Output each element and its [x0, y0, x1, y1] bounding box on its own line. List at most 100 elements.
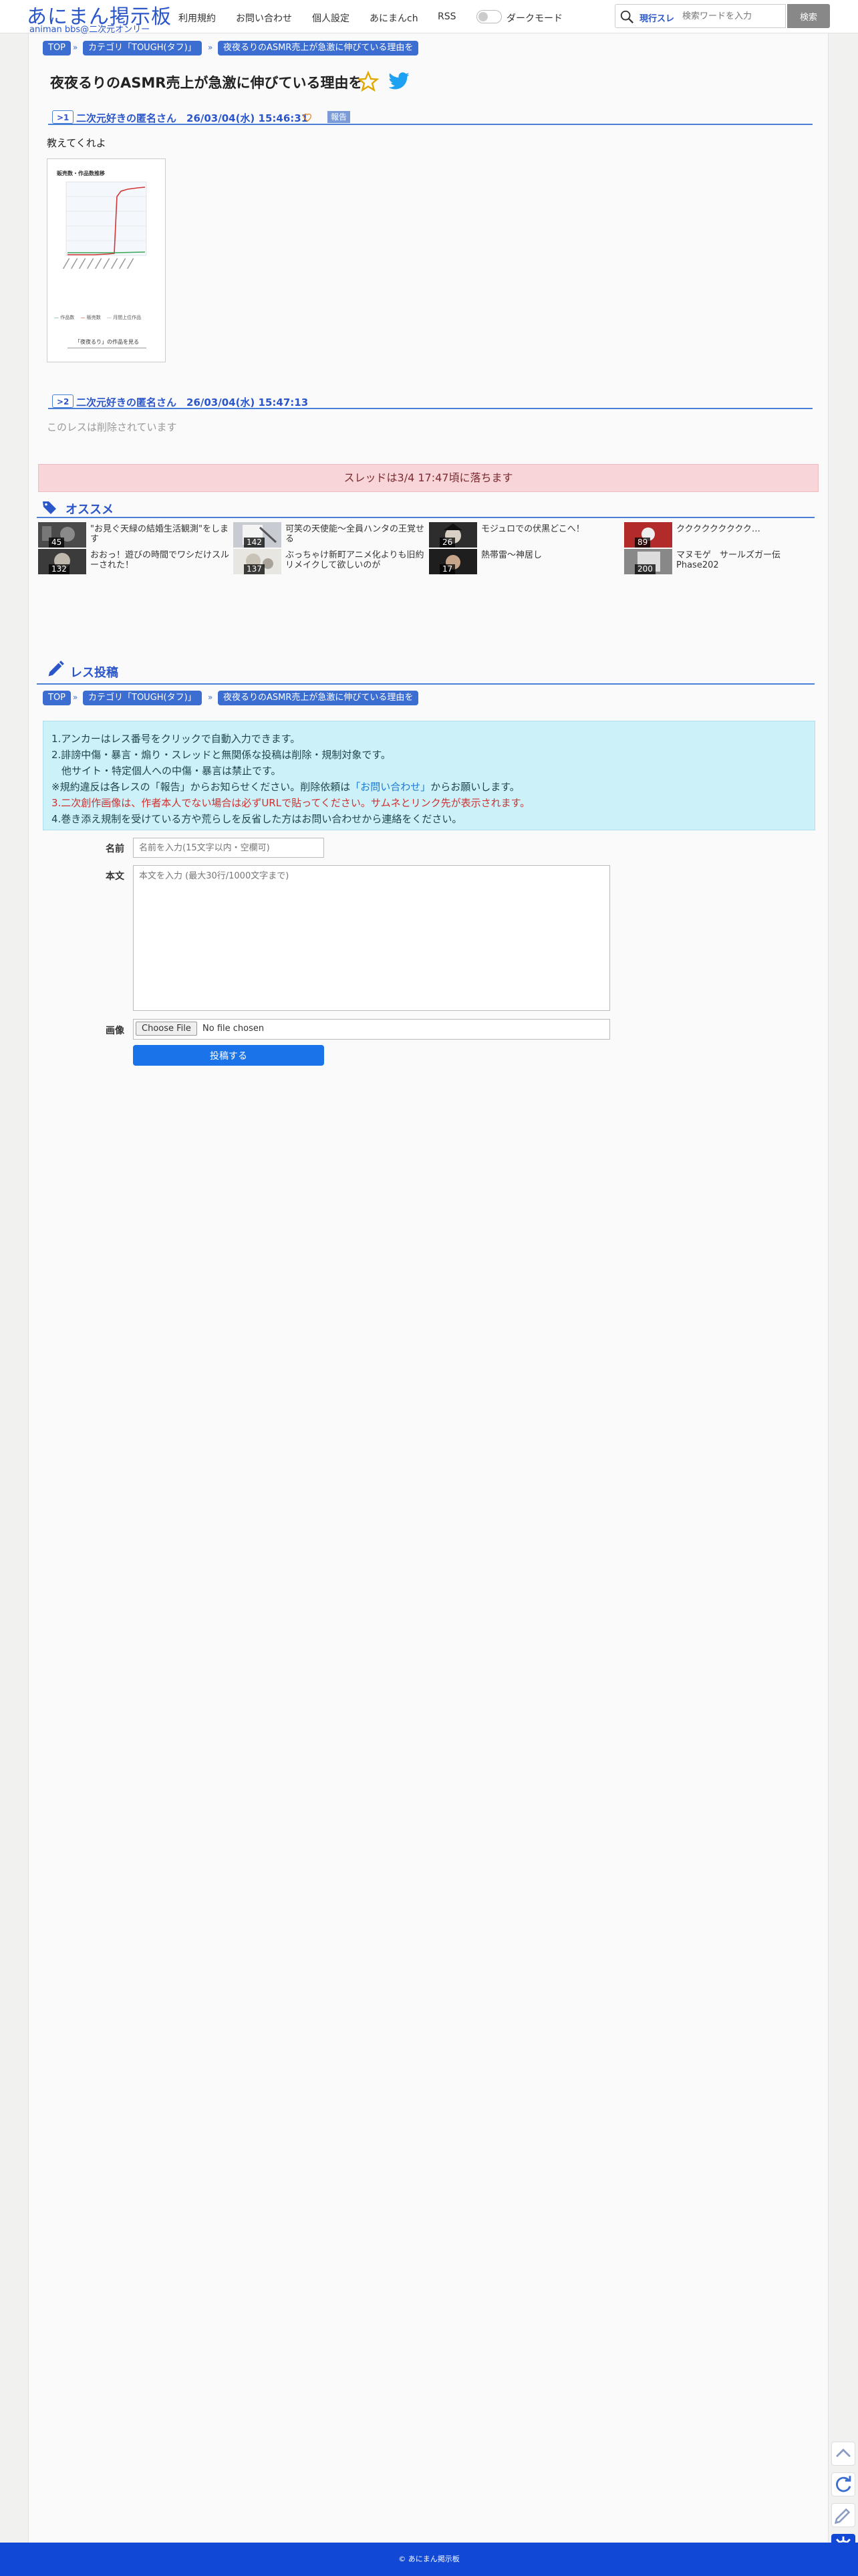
chevron-up-icon	[836, 2448, 851, 2458]
rule-line: 4.巻き添え規制を受けている方や荒らしを反省した方はお問い合わせから連絡をくださ…	[51, 813, 462, 825]
breadcrumb-category[interactable]: カテゴリ「TOUGH(タフ)」	[83, 41, 202, 55]
chart-legend-monthly: 月間上位作品	[113, 315, 142, 320]
rule-line: 他サイト・特定個人への中傷・暴言は禁止です。	[51, 765, 281, 777]
recommend-title: オススメ	[65, 503, 114, 517]
section-divider	[37, 683, 815, 685]
dark-mode-label: ダークモード	[507, 13, 563, 24]
recommend-link[interactable]: ククククククククク…	[676, 524, 817, 534]
tag-icon	[43, 501, 56, 514]
body-textarea[interactable]	[133, 865, 610, 1011]
nav-animanch[interactable]: あにまんch	[370, 11, 418, 25]
breadcrumb-separator: »	[208, 693, 213, 702]
twitter-share-icon[interactable]	[388, 72, 410, 92]
comment-count: 26	[440, 538, 456, 548]
recommend-thumbnail[interactable]: 89	[624, 522, 672, 548]
recommend-link[interactable]: ぶっちゃけ新町アニメ化よりも旧約リメイクして欲しいのが	[285, 550, 426, 570]
site-logo-subtitle: animan bbs@二次元オンリー	[29, 25, 150, 35]
breadcrumb-separator: »	[73, 693, 78, 702]
name-field[interactable]	[133, 838, 324, 858]
breadcrumb-thread[interactable]: 夜夜るりのASMR売上が急激に伸びている理由を	[218, 41, 419, 55]
breadcrumb-top[interactable]: TOP	[43, 41, 72, 55]
comment-count: 17	[440, 564, 456, 574]
post-body: 教えてくれよ	[47, 137, 106, 149]
comment-count: 45	[49, 538, 65, 548]
dark-mode-toggle[interactable]	[476, 10, 502, 23]
pencil-icon	[48, 661, 64, 677]
comment-count: 132	[49, 564, 69, 574]
comment-count: 89	[635, 538, 651, 548]
breadcrumb-top[interactable]: TOP	[43, 691, 72, 705]
favorite-star-icon[interactable]	[358, 71, 379, 92]
thread-title: 夜夜るりのASMR売上が急激に伸びている理由を	[50, 75, 363, 91]
breadcrumb-separator: »	[73, 43, 78, 52]
reload-button[interactable]	[831, 2472, 855, 2496]
pencil-icon	[834, 2508, 851, 2525]
search-scope-select[interactable]: 現行スレ	[639, 11, 674, 24]
section-divider	[37, 517, 815, 518]
heart-icon[interactable]	[302, 112, 313, 122]
body-label: 本文	[106, 871, 124, 882]
chart-legend-sales: 販売数	[86, 315, 101, 320]
recommend-link[interactable]: "お見ぐ天緑の結婚生活観測"をします	[90, 524, 231, 544]
file-input[interactable]: Choose File No file chosen	[133, 1019, 610, 1040]
post-form-title: レス投稿	[70, 666, 118, 680]
image-label: 画像	[106, 1026, 124, 1036]
reload-icon	[836, 2476, 851, 2492]
nav-rss[interactable]: RSS	[438, 11, 456, 22]
search-icon	[620, 10, 633, 23]
chart-caption[interactable]: 「夜夜るり」の作品を見る	[67, 338, 146, 348]
breadcrumb-separator: »	[208, 43, 213, 52]
post-name-date: 二次元好きの匿名さん 26/03/04(水) 15:46:31	[76, 112, 309, 124]
recommend-thumbnail[interactable]: 200	[624, 549, 672, 574]
recommend-thumbnail[interactable]: 132	[38, 549, 86, 574]
recommend-thumbnail[interactable]: 26	[429, 522, 477, 548]
recommend-link[interactable]: 可笑の天使能〜全員ハンタの王覚せる	[285, 524, 426, 544]
post-header: >2 二次元好きの匿名さん 26/03/04(水) 15:47:13	[48, 394, 813, 409]
recommend-link[interactable]: おおっ！遊びの時間でワシだけスルーされた！	[90, 550, 231, 570]
post-number[interactable]: >2	[52, 394, 74, 408]
comment-count: 200	[635, 564, 656, 574]
chart-legend: — 作品数 — 販売数 — 月間上位作品	[54, 315, 142, 320]
post-image[interactable]: 販売数・作品数推移 — 作品数 — 販売数 — 月間上位作品 「夜夜るり」の作品…	[47, 158, 166, 362]
chart-legend-works: 作品数	[60, 315, 75, 320]
report-button[interactable]: 報告	[327, 111, 351, 123]
post-header: >1 二次元好きの匿名さん 26/03/04(水) 15:46:31 報告	[48, 110, 813, 125]
deleted-post-notice: このレスは削除されています	[47, 421, 177, 433]
post-name-date: 二次元好きの匿名さん 26/03/04(水) 15:47:13	[76, 396, 309, 408]
search-box: 現行スレ	[615, 4, 786, 28]
recommend-thumbnail[interactable]: 17	[429, 549, 477, 574]
page-container	[28, 0, 829, 2576]
file-status: No file chosen	[202, 1024, 265, 1034]
post-number[interactable]: >1	[52, 110, 74, 124]
search-button[interactable]: 検索	[787, 4, 830, 28]
search-input[interactable]	[682, 9, 782, 23]
site-footer: © あにまん掲示板	[0, 2543, 858, 2576]
rule-line: 2.誹謗中傷・暴言・煽り・スレッドと無関係な投稿は削除・規制対象です。	[51, 749, 391, 761]
recommend-link[interactable]: マヌモゲ サールズガー伝 Phase202	[676, 550, 817, 570]
recommend-link[interactable]: モジュロでの伏黒どこへ！	[481, 524, 621, 534]
submit-button[interactable]: 投稿する	[133, 1045, 324, 1066]
choose-file-button[interactable]: Choose File	[136, 1022, 197, 1036]
scroll-top-button[interactable]	[831, 2442, 855, 2466]
compose-button[interactable]	[831, 2503, 855, 2527]
rule-line: 1.アンカーはレス番号をクリックで自動入力できます。	[51, 733, 301, 745]
rule-line: ※規約違反は各レスの「報告」からお知らせください。削除依頼は「お問い合わせ」から…	[51, 781, 520, 793]
chart-x-ticks	[63, 258, 134, 269]
site-header: あにまん掲示板 animan bbs@二次元オンリー 利用規約 お問い合わせ 個…	[0, 0, 858, 35]
comment-count: 142	[244, 538, 265, 548]
recommend-thumbnail[interactable]: 137	[233, 549, 281, 574]
posting-rules: 1.アンカーはレス番号をクリックで自動入力できます。 2.誹謗中傷・暴言・煽り・…	[43, 721, 815, 830]
chart-plot-area	[65, 181, 147, 256]
comment-count: 137	[244, 564, 265, 574]
toggle-knob	[478, 12, 488, 21]
recommend-thumbnail[interactable]: 45	[38, 522, 86, 548]
nav-settings[interactable]: 個人設定	[312, 11, 349, 25]
recommend-link[interactable]: 熱帯雷〜神居し	[481, 550, 621, 560]
nav-terms[interactable]: 利用規約	[178, 11, 216, 25]
sales-chart	[63, 181, 147, 269]
contact-link[interactable]: 「お問い合わせ」	[350, 781, 430, 793]
nav-contact[interactable]: お問い合わせ	[236, 11, 292, 25]
breadcrumb-thread[interactable]: 夜夜るりのASMR売上が急激に伸びている理由を	[218, 691, 419, 705]
breadcrumb-category[interactable]: カテゴリ「TOUGH(タフ)」	[83, 691, 202, 705]
recommend-thumbnail[interactable]: 142	[233, 522, 281, 548]
